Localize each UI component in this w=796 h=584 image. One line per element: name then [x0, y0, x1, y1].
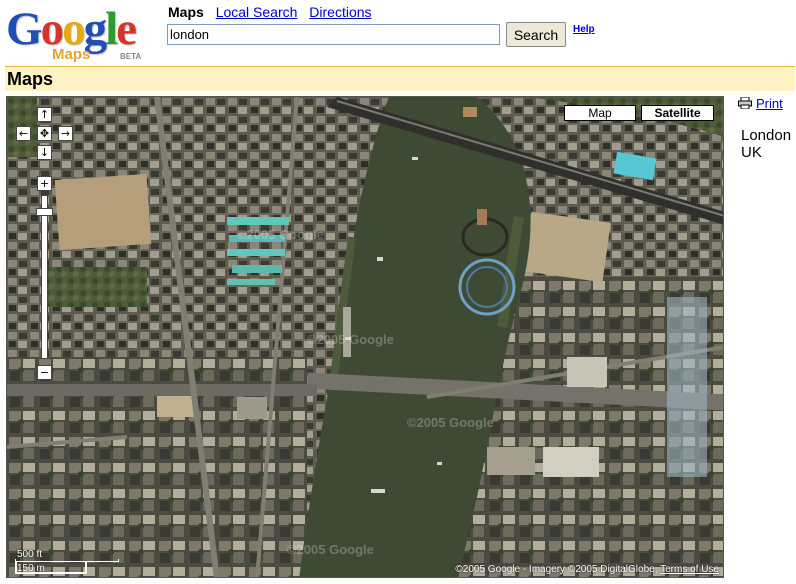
- page-title-bar: Maps: [5, 66, 795, 91]
- top-nav: Maps Local Search Directions: [168, 4, 380, 20]
- location-city: London: [741, 127, 792, 144]
- logo-beta-label: BETA: [120, 52, 142, 61]
- zoom-out-button[interactable]: −: [37, 365, 52, 380]
- watermark: ©2005 Google: [307, 332, 394, 347]
- logo-letter: G: [6, 3, 43, 55]
- print-control[interactable]: Print: [738, 96, 783, 111]
- nav-link-directions[interactable]: Directions: [309, 4, 371, 20]
- location-result: London UK: [741, 127, 791, 161]
- logo-maps-label: Maps: [52, 46, 91, 63]
- pan-left-button[interactable]: ←: [16, 126, 31, 141]
- pan-up-button[interactable]: ↑: [37, 107, 52, 122]
- map-copyright: ©2005 Google - Imagery ©2005 DigitalGlob…: [455, 564, 719, 575]
- map-type-satellite-button[interactable]: Satellite: [641, 105, 714, 121]
- map-scale: 500 ft 150 m: [13, 547, 133, 575]
- printer-icon: [738, 97, 752, 109]
- pan-center-button[interactable]: ✥: [37, 126, 52, 141]
- zoom-slider-track[interactable]: [41, 195, 48, 359]
- logo-letter: l: [105, 3, 118, 55]
- logo-letter: e: [116, 3, 137, 55]
- pan-right-button[interactable]: →: [58, 126, 73, 141]
- print-link[interactable]: Print: [756, 96, 783, 111]
- watermark: ©2005 Google: [287, 542, 374, 557]
- watermark: ©2005 Google: [237, 227, 324, 242]
- copyright-text: ©2005 Google - Imagery ©2005 DigitalGlob…: [455, 564, 658, 575]
- nav-current-maps: Maps: [168, 4, 204, 20]
- nav-link-local-search[interactable]: Local Search: [216, 4, 298, 20]
- zoom-in-button[interactable]: +: [37, 176, 52, 191]
- watermark: ©2005 Google: [407, 415, 494, 430]
- pan-down-button[interactable]: ↓: [37, 145, 52, 160]
- scale-label-meters: 150 m: [17, 563, 45, 574]
- search-button[interactable]: Search: [506, 22, 566, 47]
- map-type-map-button[interactable]: Map: [564, 105, 636, 121]
- search-input[interactable]: [167, 24, 500, 45]
- terms-of-use-link[interactable]: Terms of Use: [660, 564, 719, 575]
- satellite-map[interactable]: ©2005 Google ©2005 Google ©2005 Google ©…: [6, 96, 724, 578]
- help-link[interactable]: Help: [573, 24, 595, 35]
- google-maps-logo[interactable]: Google Maps BETA: [6, 3, 156, 63]
- page-title: Maps: [7, 69, 54, 89]
- location-country: UK: [741, 144, 762, 161]
- zoom-slider-handle[interactable]: [36, 208, 53, 217]
- scale-label-feet: 500 ft: [17, 549, 43, 560]
